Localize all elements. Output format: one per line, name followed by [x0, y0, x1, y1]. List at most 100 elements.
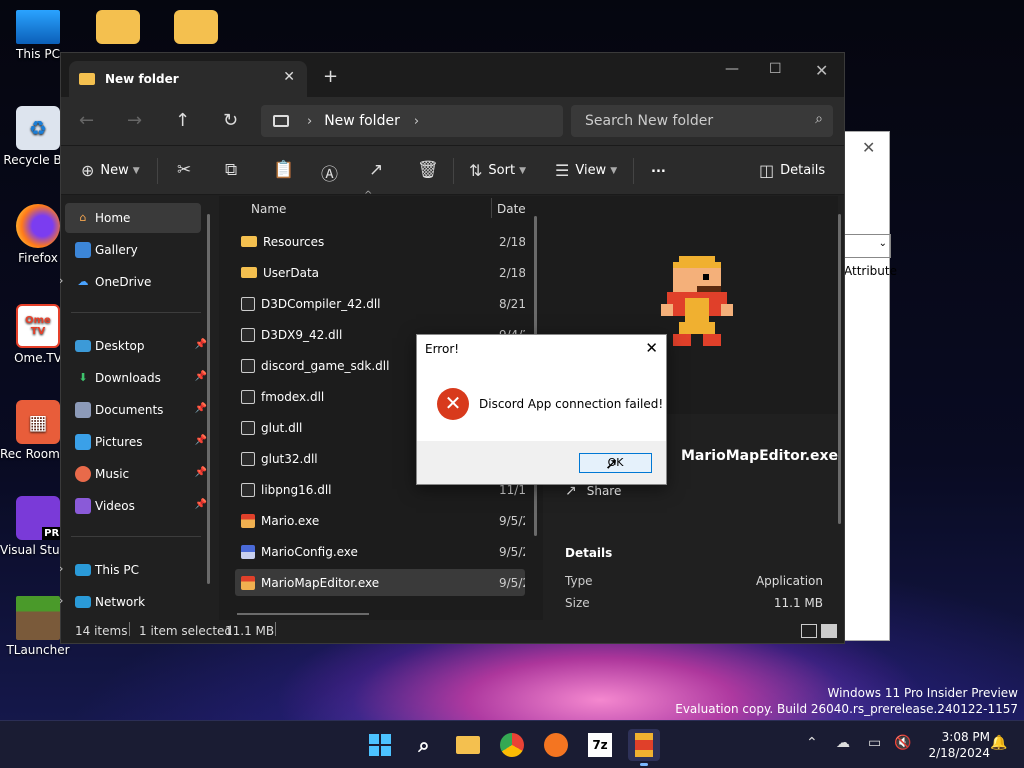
pin-icon[interactable]: 📌: [195, 403, 207, 414]
sidebar-item-label: OneDrive: [95, 275, 152, 289]
details-label: Type: [565, 574, 593, 588]
exe-file-icon: [241, 544, 255, 559]
delete-icon[interactable]: 🗑: [417, 160, 439, 180]
sidebar-item-home[interactable]: ⌂ Home: [65, 203, 201, 233]
chevron-right-icon[interactable]: ›: [59, 274, 63, 287]
close-icon[interactable]: ✕: [862, 138, 875, 157]
pictures-icon: [75, 434, 91, 450]
pin-icon[interactable]: 📌: [195, 371, 207, 382]
paste-icon[interactable]: 📋: [273, 160, 294, 180]
close-window-button[interactable]: ✕: [815, 61, 828, 80]
volume-muted-icon[interactable]: 🔇: [894, 735, 911, 751]
close-tab-icon[interactable]: ✕: [283, 69, 295, 85]
sidebar-item-this-pc[interactable]: › This PC: [59, 555, 201, 585]
share-button[interactable]: ↗ Share: [565, 483, 621, 499]
sidebar-item-downloads[interactable]: ⬇ Downloads 📌: [65, 363, 207, 393]
sidebar-item-label: Network: [95, 595, 146, 609]
clock[interactable]: 3:08 PM 2/18/2024: [920, 729, 990, 761]
error-dialog[interactable]: Error! ✕ ✕ Discord App connection failed…: [416, 334, 667, 485]
sidebar-item-onedrive[interactable]: › ☁ OneDrive: [59, 267, 201, 297]
sort-button[interactable]: ⇅ Sort ▼: [469, 161, 526, 180]
file-date: 9/5/2: [499, 575, 525, 590]
file-date: 9/5/2: [499, 544, 525, 559]
mario-sprite-icon: [661, 256, 733, 346]
desktop-icon-folder-2[interactable]: [158, 10, 234, 47]
windows-evaluation-watermark: Windows 11 Pro Insider Preview Evaluatio…: [675, 685, 1018, 717]
pin-icon[interactable]: 📌: [195, 339, 207, 350]
copy-icon[interactable]: ⧉: [225, 160, 237, 180]
share-icon[interactable]: ↗: [369, 160, 383, 180]
chevron-up-icon[interactable]: ⌃: [806, 735, 818, 751]
search-box[interactable]: Search New folder ⌕: [571, 105, 833, 137]
file-row[interactable]: Mario.exe 9/5/2: [235, 507, 525, 534]
pin-icon[interactable]: 📌: [195, 467, 207, 478]
file-row[interactable]: D3DCompiler_42.dll 8/21/: [235, 290, 525, 317]
cloud-offline-icon[interactable]: ☁: [836, 735, 850, 751]
file-row[interactable]: Resources 2/18/: [235, 228, 525, 255]
dialog-title: Error!: [425, 342, 460, 356]
file-row[interactable]: MarioMapEditor.exe 9/5/2: [235, 569, 525, 596]
tiles-view-toggle[interactable]: [821, 624, 837, 638]
column-header-attribute: Attribute: [844, 264, 897, 278]
close-icon[interactable]: ✕: [645, 339, 658, 357]
taskbar-chrome[interactable]: [496, 729, 528, 761]
dropdown[interactable]: ⌄: [844, 234, 891, 258]
column-divider[interactable]: [491, 198, 492, 218]
start-button[interactable]: [364, 729, 396, 761]
breadcrumb-new-folder[interactable]: New folder: [324, 113, 400, 129]
search-taskbar-button[interactable]: ⌕: [408, 729, 440, 761]
column-header-name[interactable]: Name: [251, 202, 286, 216]
address-bar[interactable]: › New folder ›: [261, 105, 563, 137]
sidebar-item-desktop[interactable]: Desktop 📌: [65, 331, 207, 361]
cut-icon[interactable]: ✂: [177, 160, 191, 180]
sidebar-item-label: Downloads: [95, 371, 161, 385]
forward-button[interactable]: →: [127, 110, 142, 131]
taskbar-mario-map-editor[interactable]: [628, 729, 660, 766]
new-button[interactable]: ⊕ New ▼: [81, 161, 140, 180]
taskbar-crunchyroll[interactable]: [540, 729, 572, 761]
details-pane-button[interactable]: ◫ Details: [759, 161, 825, 180]
rename-icon[interactable]: Ⓐ: [321, 160, 338, 185]
sidebar-item-documents[interactable]: Documents 📌: [65, 395, 207, 425]
details-scrollbar[interactable]: [838, 214, 841, 524]
details-view-toggle[interactable]: [801, 624, 817, 638]
chevron-down-icon: ▼: [132, 165, 140, 176]
taskbar-file-explorer[interactable]: [452, 729, 484, 761]
new-tab-button[interactable]: +: [323, 66, 338, 87]
maximize-button[interactable]: ☐: [769, 61, 782, 77]
background-window[interactable]: ✕ ⌄ Attribute: [843, 131, 897, 641]
clock-time: 3:08 PM: [941, 730, 990, 744]
chevron-right-icon[interactable]: ›: [59, 562, 63, 575]
up-button[interactable]: ↑: [175, 110, 190, 131]
divider: [633, 158, 634, 184]
sidebar-item-videos[interactable]: Videos 📌: [65, 491, 207, 521]
ome-tv-icon: Ome TV: [16, 304, 60, 348]
sidebar-scrollbar[interactable]: [207, 214, 210, 584]
file-list-horizontal-scrollbar[interactable]: [237, 613, 369, 615]
column-header-date[interactable]: Date: [497, 202, 526, 216]
back-button[interactable]: ←: [79, 110, 94, 131]
file-row[interactable]: UserData 2/18/: [235, 259, 525, 286]
minimize-button[interactable]: —: [725, 61, 739, 77]
pin-icon[interactable]: 📌: [195, 499, 207, 510]
sidebar-item-network[interactable]: › Network: [59, 587, 201, 617]
more-options-button[interactable]: ...: [651, 161, 666, 176]
search-icon: ⌕: [418, 733, 430, 757]
details-label: Size: [565, 596, 590, 610]
tab-new-folder[interactable]: New folder ✕: [69, 61, 307, 97]
chevron-right-icon[interactable]: ›: [59, 594, 63, 607]
sidebar-item-pictures[interactable]: Pictures 📌: [65, 427, 207, 457]
taskbar-7zip[interactable]: 7z: [584, 729, 616, 761]
notification-bell-icon[interactable]: 🔔: [990, 735, 1007, 751]
view-button[interactable]: ☰ View ▼: [555, 161, 617, 180]
pin-icon[interactable]: 📌: [195, 435, 207, 446]
sidebar-item-gallery[interactable]: Gallery: [65, 235, 201, 265]
refresh-button[interactable]: ↻: [223, 110, 238, 131]
file-row[interactable]: MarioConfig.exe 9/5/2: [235, 538, 525, 565]
clock-date: 2/18/2024: [928, 746, 990, 760]
sidebar-item-music[interactable]: Music 📌: [65, 459, 207, 489]
this-pc-icon: [273, 115, 289, 127]
desktop-icon-folder-1[interactable]: [80, 10, 156, 47]
chevron-down-icon: ▼: [610, 165, 618, 176]
network-icon[interactable]: ▭: [868, 735, 881, 751]
